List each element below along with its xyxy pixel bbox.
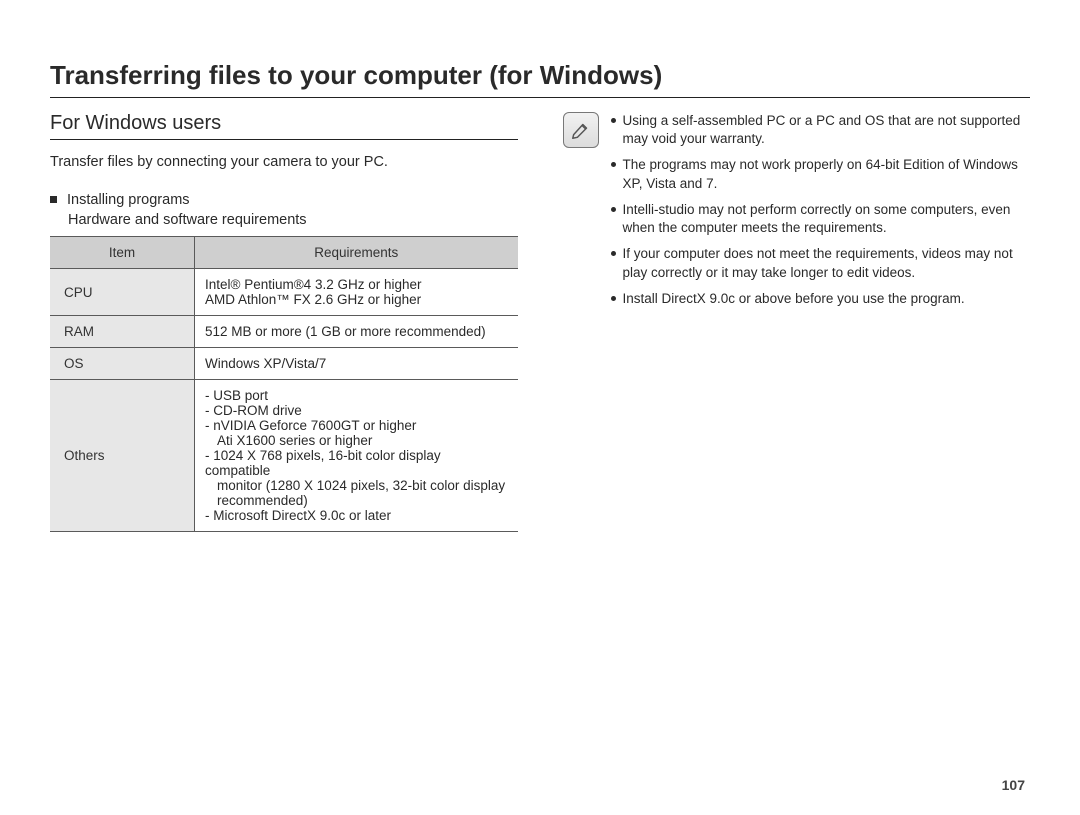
header-requirements: Requirements (195, 237, 518, 269)
page-title: Transferring files to your computer (for… (50, 60, 1030, 91)
row-value-os: Windows XP/Vista/7 (195, 348, 518, 380)
row-value-ram: 512 MB or more (1 GB or more recommended… (195, 316, 518, 348)
others-l2: - CD-ROM drive (205, 403, 508, 418)
note-item: If your computer does not meet the requi… (611, 245, 1031, 281)
note-list: Using a self-assembled PC or a PC and OS… (611, 112, 1031, 316)
table-row: RAM 512 MB or more (1 GB or more recomme… (50, 316, 518, 348)
others-l4: - 1024 X 768 pixels, 16-bit color displa… (205, 448, 508, 478)
row-value-others: - USB port - CD-ROM drive - nVIDIA Gefor… (195, 380, 518, 532)
cpu-line2: AMD Athlon™ FX 2.6 GHz or higher (205, 292, 508, 307)
others-l4c: recommended) (205, 493, 508, 508)
intro-text: Transfer files by connecting your camera… (50, 154, 518, 170)
row-label-os: OS (50, 348, 195, 380)
note-block: Using a self-assembled PC or a PC and OS… (563, 112, 1031, 316)
cpu-line1: Intel® Pentium®4 3.2 GHz or higher (205, 277, 508, 292)
installing-programs-label: Installing programs (67, 192, 190, 208)
others-l4b: monitor (1280 X 1024 pixels, 32-bit colo… (205, 478, 508, 493)
left-column: For Windows users Transfer files by conn… (50, 112, 518, 532)
requirements-table: Item Requirements CPU Intel® Pentium®4 3… (50, 236, 518, 532)
others-l3b: Ati X1600 series or higher (205, 433, 508, 448)
page-number: 107 (1002, 777, 1025, 793)
row-label-ram: RAM (50, 316, 195, 348)
note-icon (563, 112, 599, 148)
pencil-note-icon (570, 119, 592, 141)
two-column-layout: For Windows users Transfer files by conn… (50, 112, 1030, 532)
manual-page: Transferring files to your computer (for… (0, 0, 1080, 552)
table-header-row: Item Requirements (50, 237, 518, 269)
others-l3: - nVIDIA Geforce 7600GT or higher (205, 418, 508, 433)
right-column: Using a self-assembled PC or a PC and OS… (563, 112, 1031, 532)
note-item: Install DirectX 9.0c or above before you… (611, 290, 1031, 308)
others-l1: - USB port (205, 388, 508, 403)
row-value-cpu: Intel® Pentium®4 3.2 GHz or higher AMD A… (195, 269, 518, 316)
title-divider (50, 97, 1030, 98)
row-label-cpu: CPU (50, 269, 195, 316)
row-label-others: Others (50, 380, 195, 532)
subheading-divider (50, 139, 518, 140)
table-row: OS Windows XP/Vista/7 (50, 348, 518, 380)
others-l5: - Microsoft DirectX 9.0c or later (205, 508, 508, 523)
note-item: Using a self-assembled PC or a PC and OS… (611, 112, 1031, 148)
note-item: The programs may not work properly on 64… (611, 156, 1031, 192)
note-item: Intelli-studio may not perform correctly… (611, 201, 1031, 237)
subheading-windows: For Windows users (50, 112, 518, 135)
table-row: Others - USB port - CD-ROM drive - nVIDI… (50, 380, 518, 532)
square-bullet-icon (50, 196, 57, 203)
header-item: Item (50, 237, 195, 269)
installing-programs-heading: Installing programs (50, 192, 518, 208)
table-row: CPU Intel® Pentium®4 3.2 GHz or higher A… (50, 269, 518, 316)
hw-sw-requirements-label: Hardware and software requirements (68, 212, 518, 228)
